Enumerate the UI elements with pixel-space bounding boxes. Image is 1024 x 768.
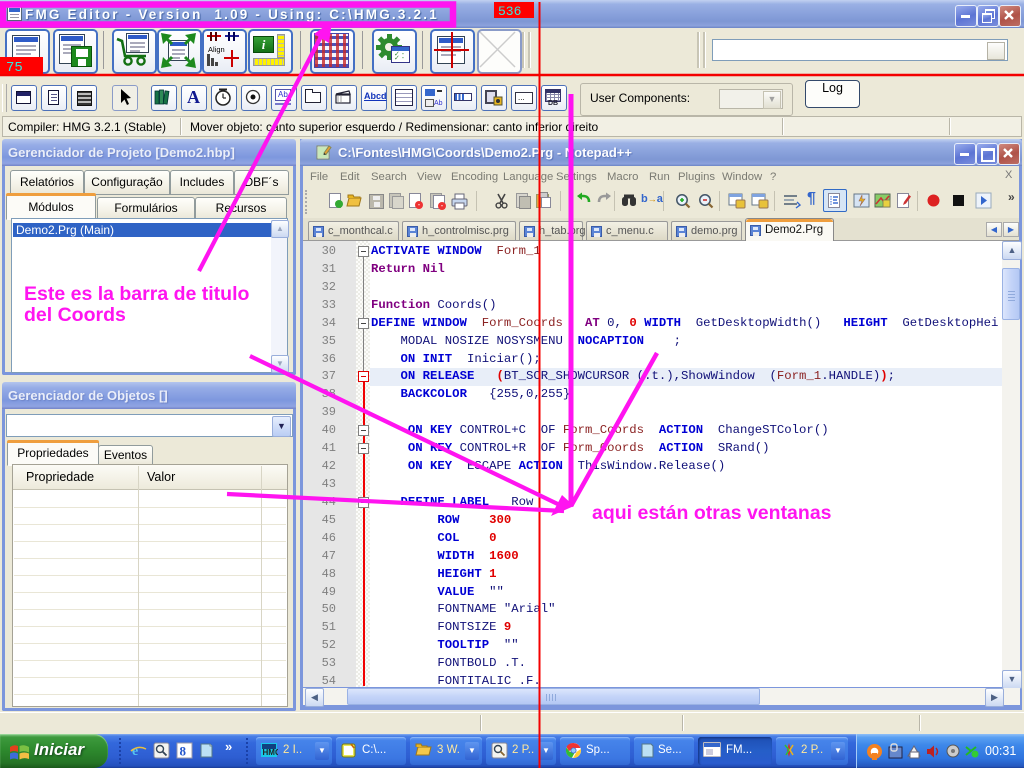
- svg-text:aqui están otras ventanas: aqui están otras ventanas: [592, 502, 832, 524]
- svg-text:536: 536: [498, 4, 521, 19]
- svg-text:Este es la barra de titulo: Este es la barra de titulo: [24, 283, 250, 305]
- svg-text:del Coords: del Coords: [24, 304, 126, 326]
- svg-text:75: 75: [6, 60, 23, 76]
